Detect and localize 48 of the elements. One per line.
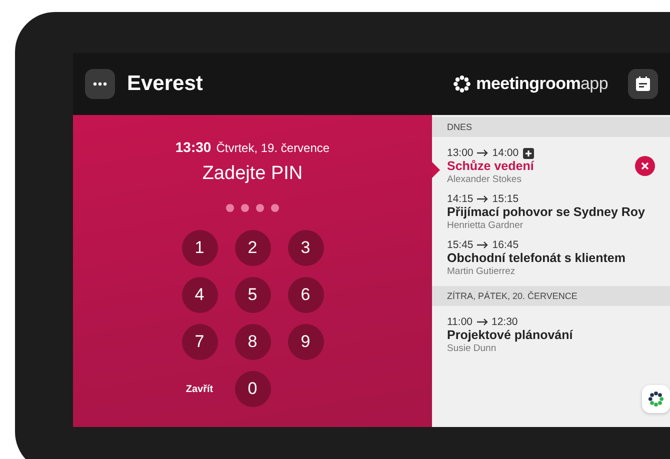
- event-organizer: Martin Gutierrez: [447, 266, 516, 277]
- arrow-icon: [477, 149, 488, 157]
- app-button[interactable]: [642, 385, 670, 413]
- more-icon: [93, 82, 107, 86]
- calendar-icon: [635, 76, 651, 92]
- logo-icon: [648, 391, 664, 407]
- section-heading: DNES: [432, 117, 670, 137]
- room-name: Everest: [127, 72, 204, 96]
- event-organizer: Henrietta Gardner: [447, 220, 524, 231]
- event-title: Přijímací pohovor se Sydney Roy: [447, 205, 646, 219]
- plus-icon[interactable]: [522, 148, 534, 158]
- keypad-key[interactable]: 8: [234, 324, 270, 360]
- keypad-key[interactable]: 2: [234, 230, 270, 266]
- keypad-key[interactable]: 9: [288, 324, 324, 360]
- brand-name: meetingroomapp: [476, 74, 608, 94]
- keypad-key[interactable]: 4: [182, 277, 218, 313]
- logo-icon: [453, 75, 472, 93]
- current-time: 13:30: [175, 139, 212, 155]
- pin-prompt: Zadejte PIN: [202, 163, 303, 185]
- event-time: 14:00: [492, 147, 519, 159]
- close-link[interactable]: Zavřít: [182, 371, 218, 407]
- event-organizer: Susie Dunn: [447, 343, 498, 354]
- close-icon: [641, 162, 649, 170]
- keypad-key[interactable]: 0: [234, 371, 270, 407]
- event-time: 15:45: [447, 239, 474, 251]
- event-time: 15:15: [492, 193, 519, 205]
- event-title: Projektové plánování: [447, 328, 574, 342]
- close-button[interactable]: [635, 156, 655, 176]
- event-time: 14:15: [447, 193, 474, 205]
- event-time: 13:00: [447, 147, 474, 159]
- current-date: Čtvrtek, 19. července: [216, 141, 330, 155]
- event-title: Obchodní telefonát s klientem: [447, 251, 626, 265]
- keypad-key[interactable]: 3: [288, 230, 324, 266]
- arrow-icon: [476, 318, 488, 326]
- event-time: 12:30: [492, 316, 518, 328]
- calendar-button[interactable]: [628, 69, 658, 99]
- menu-button[interactable]: [85, 69, 115, 99]
- keypad-key[interactable]: 5: [234, 277, 270, 313]
- event-title: Schůze vedení: [447, 159, 535, 173]
- arrow-icon: [477, 241, 488, 249]
- section-heading: ZÍTRA, PÁTEK, 20. ČERVENCE: [432, 286, 670, 306]
- event-time: 11:00: [447, 316, 472, 328]
- arrow-icon: [477, 195, 488, 203]
- event-time: 16:45: [492, 239, 519, 251]
- keypad-key[interactable]: 6: [288, 277, 324, 313]
- keypad-key[interactable]: 1: [182, 230, 218, 266]
- keypad-key[interactable]: 7: [182, 324, 218, 360]
- event-organizer: Alexander Stokes: [447, 174, 522, 185]
